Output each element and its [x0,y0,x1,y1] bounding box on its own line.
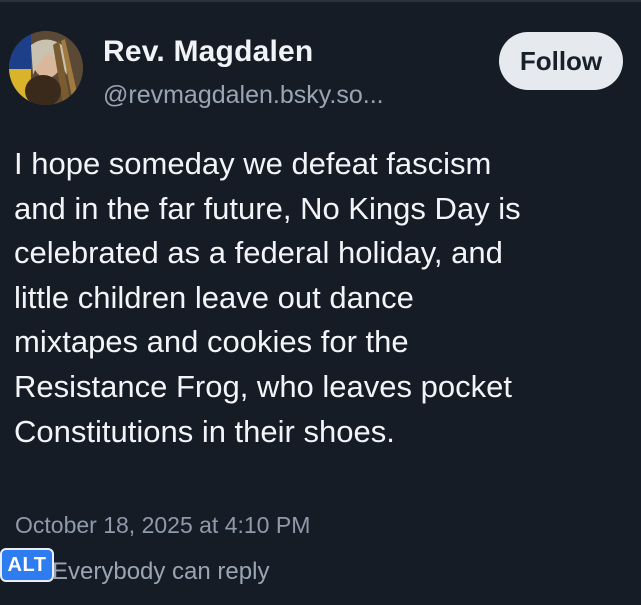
avatar-image [9,31,83,105]
post-timestamp[interactable]: October 18, 2025 at 4:10 PM [15,512,310,539]
follow-button[interactable]: Follow [499,32,623,90]
alt-text-badge[interactable]: ALT [0,548,54,582]
post-body-text: I hope someday we defeat fascism and in … [14,146,521,449]
reply-setting-label: Everybody can reply [52,558,270,585]
post-card: Rev. Magdalen @revmagdalen.bsky.so... Fo… [0,0,641,605]
author-display-name[interactable]: Rev. Magdalen [103,35,313,69]
avatar[interactable] [9,31,83,105]
author-handle[interactable]: @revmagdalen.bsky.so... [103,81,384,110]
